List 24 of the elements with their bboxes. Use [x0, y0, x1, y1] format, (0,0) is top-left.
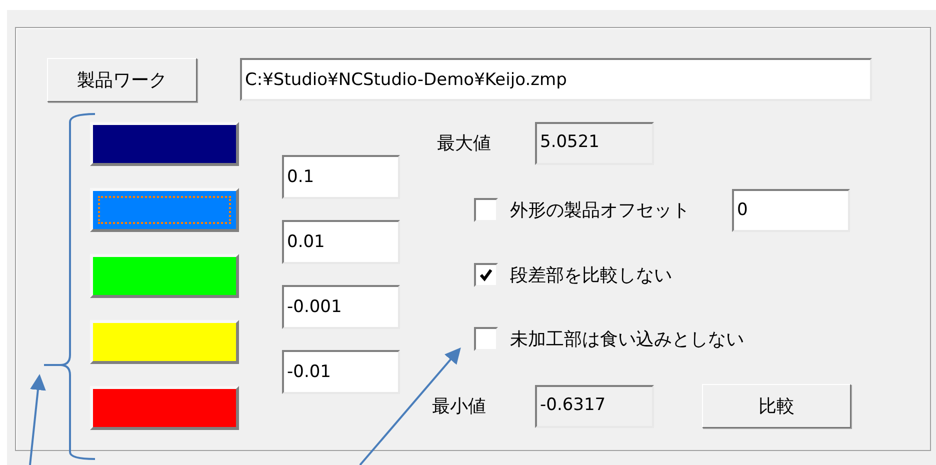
threshold-field[interactable]: 0.01: [282, 220, 400, 264]
checkbox[interactable]: [474, 198, 498, 222]
threshold-field[interactable]: -0.01: [282, 350, 400, 394]
threshold-field[interactable]: -0.001: [282, 285, 400, 329]
color-button[interactable]: [90, 386, 239, 430]
max-value-field: 5.0521: [535, 122, 654, 165]
threshold-field[interactable]: 0.1: [282, 155, 400, 199]
min-value-field: -0.6317: [535, 384, 654, 428]
checkmark-icon: [479, 268, 493, 282]
option-label: 段差部を比較しない: [510, 264, 672, 288]
product-work-button[interactable]: 製品ワーク: [47, 58, 197, 102]
checkbox[interactable]: [474, 263, 498, 287]
offset-field[interactable]: 0: [732, 188, 850, 232]
checkbox[interactable]: [474, 327, 498, 351]
min-value-label: 最小値: [432, 394, 486, 418]
option-label: 外形の製品オフセット: [510, 198, 690, 222]
file-path-field[interactable]: C:¥Studio¥NCStudio-Demo¥Keijo.zmp: [240, 58, 872, 101]
compare-button[interactable]: 比較: [702, 384, 851, 428]
option-label: 未加工部は食い込みとしない: [510, 328, 744, 352]
color-button[interactable]: [90, 320, 239, 364]
color-button[interactable]: [90, 122, 239, 166]
color-button[interactable]: [90, 188, 239, 232]
color-button[interactable]: [90, 254, 239, 298]
max-value-label: 最大値: [437, 132, 491, 156]
